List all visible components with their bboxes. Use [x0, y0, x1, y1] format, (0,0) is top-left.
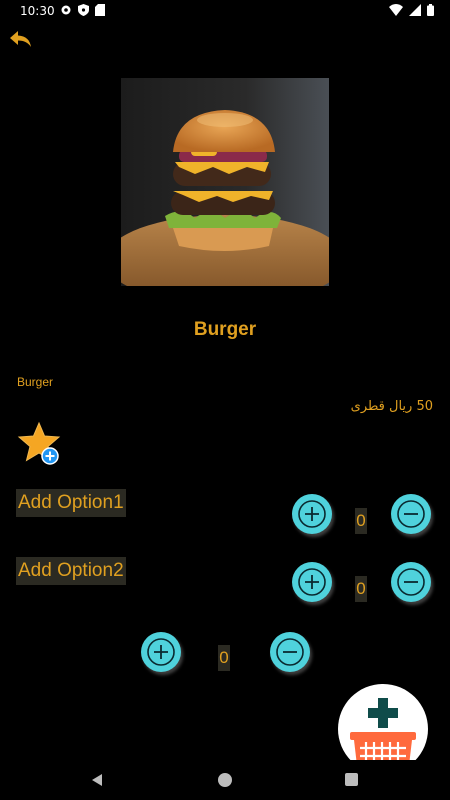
product-price: 50 ريال قطرى — [350, 399, 433, 414]
option1-quantity: 0 — [355, 508, 367, 534]
burger-photo — [121, 78, 329, 286]
settings-icon — [61, 5, 71, 15]
wifi-icon — [389, 4, 403, 16]
back-button[interactable] — [8, 28, 34, 50]
status-bar: 10:30 — [0, 0, 450, 22]
option2-decrease-button[interactable] — [391, 562, 431, 602]
system-nav-bar — [0, 760, 450, 800]
status-time: 10:30 — [20, 4, 55, 18]
plus-icon — [147, 638, 175, 666]
add-favorite-button[interactable] — [16, 420, 64, 468]
option1-increase-button[interactable] — [292, 494, 332, 534]
star-add-icon — [17, 421, 61, 465]
minus-icon — [276, 638, 304, 666]
quantity-increase-button[interactable] — [141, 632, 181, 672]
shield-icon — [78, 4, 89, 16]
product-description: Burger — [17, 375, 54, 389]
battery-icon — [427, 4, 434, 16]
sim-card-icon — [95, 4, 105, 16]
plus-icon — [298, 568, 326, 596]
status-icons-left — [60, 4, 105, 16]
main-quantity: 0 — [218, 645, 230, 671]
option1-decrease-button[interactable] — [391, 494, 431, 534]
nav-home-icon[interactable] — [218, 773, 232, 787]
option1-label: Add Option1 — [16, 489, 126, 517]
plus-icon — [298, 500, 326, 528]
signal-icon — [409, 4, 421, 16]
option2-quantity: 0 — [355, 576, 367, 602]
nav-recents-icon[interactable] — [345, 773, 358, 786]
option2-increase-button[interactable] — [292, 562, 332, 602]
quantity-decrease-button[interactable] — [270, 632, 310, 672]
product-title: Burger — [193, 319, 257, 340]
reply-arrow-icon — [10, 31, 31, 47]
nav-back-icon[interactable] — [90, 773, 104, 787]
minus-icon — [397, 500, 425, 528]
option2-label: Add Option2 — [16, 557, 126, 585]
minus-icon — [397, 568, 425, 596]
status-icons-right — [389, 4, 434, 16]
